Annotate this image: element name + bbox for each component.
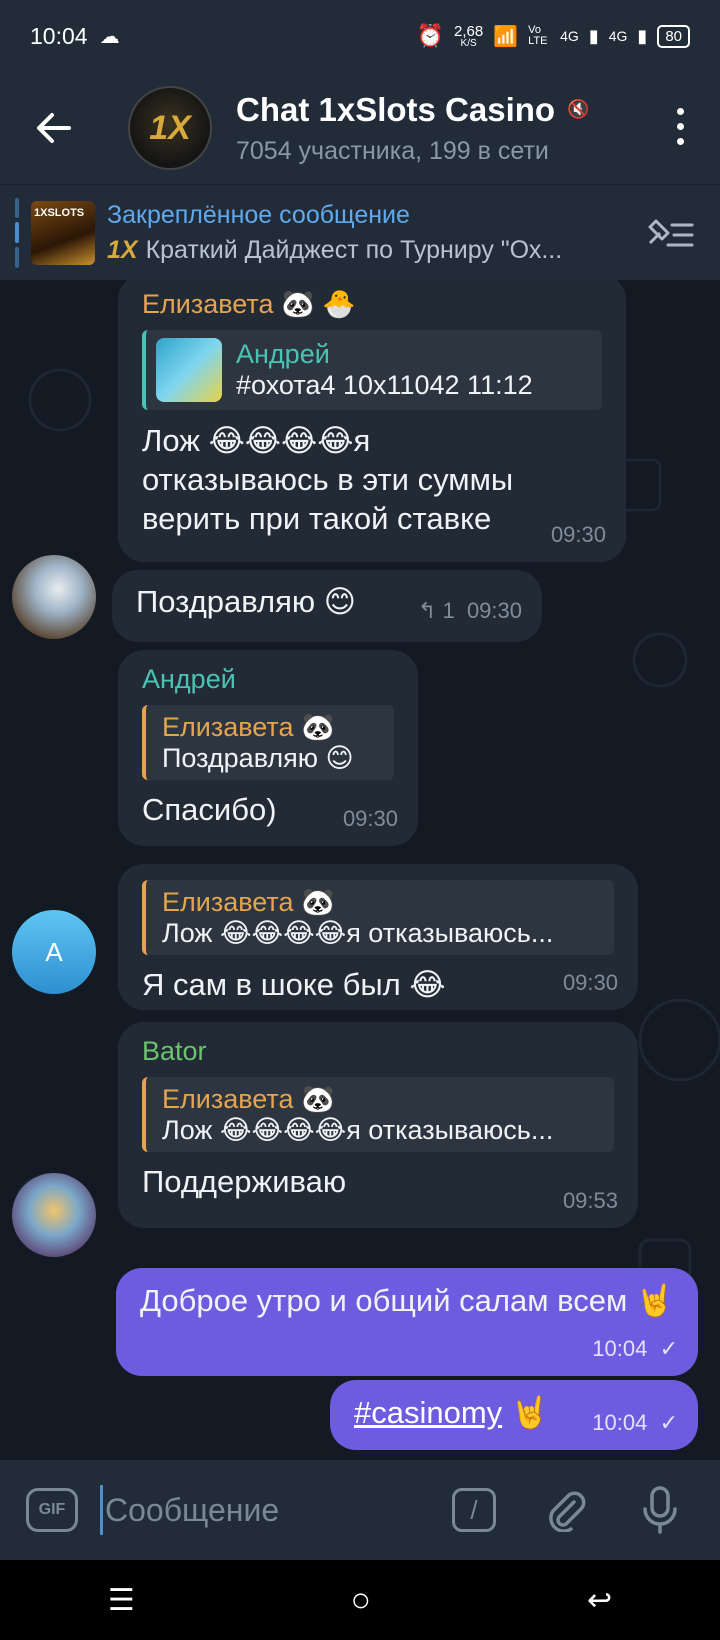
pin-indicator xyxy=(15,197,19,268)
chat-avatar[interactable]: 1X xyxy=(128,86,212,170)
reply-quote[interactable]: Елизавета 🐼 Лож 😂😂😂😂я отказываюсь... xyxy=(142,1077,614,1152)
message-text: Доброе утро и общий салам всем 🤘 xyxy=(140,1283,675,1318)
user-avatar[interactable] xyxy=(12,1173,96,1257)
outgoing-message-bubble[interactable]: Доброе утро и общий салам всем 🤘 10:04 ✓ xyxy=(116,1268,698,1376)
volte-label: Vo LTE xyxy=(528,24,548,47)
message-meta: ↰ 1 09:30 xyxy=(418,598,522,624)
reply-author: Андрей xyxy=(236,339,330,369)
reply-text: #охота4 10x11042 11:12 xyxy=(236,370,533,400)
gif-button[interactable]: GIF xyxy=(26,1488,78,1532)
message-text: Поздравляю 😊 xyxy=(136,584,357,619)
back-nav-button[interactable]: ↩ xyxy=(587,1583,612,1618)
pinned-message[interactable]: Закреплённое сообщение 1XКраткий Дайджес… xyxy=(0,184,720,280)
alarm-icon: ⏰ xyxy=(416,23,445,48)
system-nav-bar: ☰ ○ ↩ xyxy=(0,1560,720,1640)
signal-bars-icon: ▮ xyxy=(588,25,599,46)
outgoing-message-bubble[interactable]: #casinomy 🤘 10:04 ✓ xyxy=(330,1380,698,1450)
reply-text: Лож 😂😂😂😂я отказываюсь... xyxy=(162,1115,554,1145)
status-icons: ⏰ 2,68 K/S 📶 Vo LTE 4G ▮ 4G ▮ 80 xyxy=(417,23,690,49)
reply-text: Поздравляю 😊 xyxy=(162,743,354,773)
message-time: 09:30 xyxy=(562,970,618,995)
reply-count[interactable]: ↰ 1 xyxy=(418,598,455,623)
status-time: 10:04 xyxy=(30,22,88,49)
signal-1: 4G xyxy=(560,28,579,44)
reply-thumbnail xyxy=(156,338,222,402)
message-bubble[interactable]: Андрей Елизавета 🐼 Поздравляю 😊 Спасибо)… xyxy=(118,650,418,846)
attach-button[interactable] xyxy=(542,1486,590,1534)
home-button[interactable]: ○ xyxy=(351,1581,372,1620)
message-list[interactable]: Елизавета 🐼 🐣 Андрей #охота4 10x11042 11… xyxy=(0,280,720,1460)
pinned-title: Закреплённое сообщение xyxy=(107,200,410,229)
message-bubble[interactable]: Елизавета 🐼 🐣 Андрей #охота4 10x11042 11… xyxy=(118,280,626,562)
reply-author: Елизавета 🐼 xyxy=(162,1084,335,1114)
message-text: Поддерживаю xyxy=(142,1164,347,1199)
microphone-icon xyxy=(643,1486,677,1534)
message-author[interactable]: Елизавета 🐼 🐣 xyxy=(142,288,602,320)
reply-author: Елизавета 🐼 xyxy=(162,712,335,742)
wifi-icon: 📶 xyxy=(493,25,519,48)
chat-header: 1X Chat 1xSlots Casino 🔇 7054 участника,… xyxy=(0,72,720,184)
reply-quote[interactable]: Андрей #охота4 10x11042 11:12 xyxy=(142,330,602,410)
signal-2: 4G xyxy=(608,28,628,44)
message-bubble[interactable]: Поздравляю 😊 ↰ 1 09:30 xyxy=(112,570,542,642)
pinned-list-button[interactable] xyxy=(646,215,696,251)
reply-author: Елизавета 🐼 xyxy=(162,887,335,917)
message-meta: 10:04 ✓ xyxy=(592,1410,678,1436)
message-time: 09:53 xyxy=(562,1188,618,1213)
battery-icon: 80 xyxy=(657,24,690,48)
message-time: 09:30 xyxy=(550,522,606,547)
message-text: Лож 😂😂😂😂я отказываюсь в эти суммы верить… xyxy=(142,423,514,536)
user-avatar[interactable]: A xyxy=(12,910,96,994)
composer: GIF / xyxy=(0,1460,720,1560)
hashtag-link[interactable]: #casinomy xyxy=(354,1395,502,1430)
user-avatar[interactable] xyxy=(12,555,96,639)
message-bubble[interactable]: Bator Елизавета 🐼 Лож 😂😂😂😂я отказываюсь.… xyxy=(118,1022,638,1228)
message-author[interactable]: Bator xyxy=(142,1036,614,1067)
message-bubble[interactable]: Елизавета 🐼 Лож 😂😂😂😂я отказываюсь... Я с… xyxy=(118,864,638,1010)
back-button[interactable] xyxy=(26,100,82,156)
signal-bars-icon: ▮ xyxy=(637,25,648,46)
message-time: 10:04 xyxy=(592,1410,648,1435)
chat-title: Chat 1xSlots Casino 🔇 xyxy=(236,90,590,128)
message-input[interactable] xyxy=(100,1485,430,1535)
status-bar: 10:04 ☁ ⏰ 2,68 K/S 📶 Vo LTE 4G ▮ 4G ▮ 80 xyxy=(0,0,720,72)
message-author[interactable]: Андрей xyxy=(142,664,394,695)
message-meta: 10:04 ✓ xyxy=(592,1336,678,1362)
chat-info[interactable]: Chat 1xSlots Casino 🔇 7054 участника, 19… xyxy=(236,91,590,166)
message-emoji: 🤘 xyxy=(510,1395,550,1430)
bot-commands-button[interactable]: / xyxy=(452,1488,496,1532)
voice-button[interactable] xyxy=(636,1486,684,1534)
reply-quote[interactable]: Елизавета 🐼 Лож 😂😂😂😂я отказываюсь... xyxy=(142,880,614,955)
pinned-thumbnail xyxy=(31,200,95,265)
message-text: Я сам в шоке был 😂 xyxy=(142,967,446,1002)
pin-list-icon xyxy=(648,219,694,247)
message-time: 09:30 xyxy=(466,598,522,623)
reply-text: Лож 😂😂😂😂я отказываюсь... xyxy=(162,918,554,948)
muted-icon: 🔇 xyxy=(567,99,590,119)
message-time: 09:30 xyxy=(342,806,398,831)
paperclip-icon xyxy=(549,1491,586,1532)
cloud-icon: ☁ xyxy=(99,25,120,48)
pinned-preview: 1X Краткий Дайджест по Турниру "Ох... xyxy=(107,235,563,264)
chat-members: 7054 участника, 199 в сети xyxy=(236,136,549,165)
pinned-text: Закреплённое сообщение 1X Краткий Дайджес… xyxy=(107,201,617,265)
more-menu-button[interactable] xyxy=(670,108,690,145)
message-time: 10:04 xyxy=(592,1335,648,1361)
read-check-icon: ✓ xyxy=(659,1335,678,1361)
reply-quote[interactable]: Елизавета 🐼 Поздравляю 😊 xyxy=(142,705,394,780)
read-check-icon: ✓ xyxy=(659,1410,678,1435)
recent-apps-button[interactable]: ☰ xyxy=(108,1583,135,1618)
arrow-left-icon xyxy=(37,113,71,143)
network-speed: 2,68 K/S xyxy=(454,22,484,49)
